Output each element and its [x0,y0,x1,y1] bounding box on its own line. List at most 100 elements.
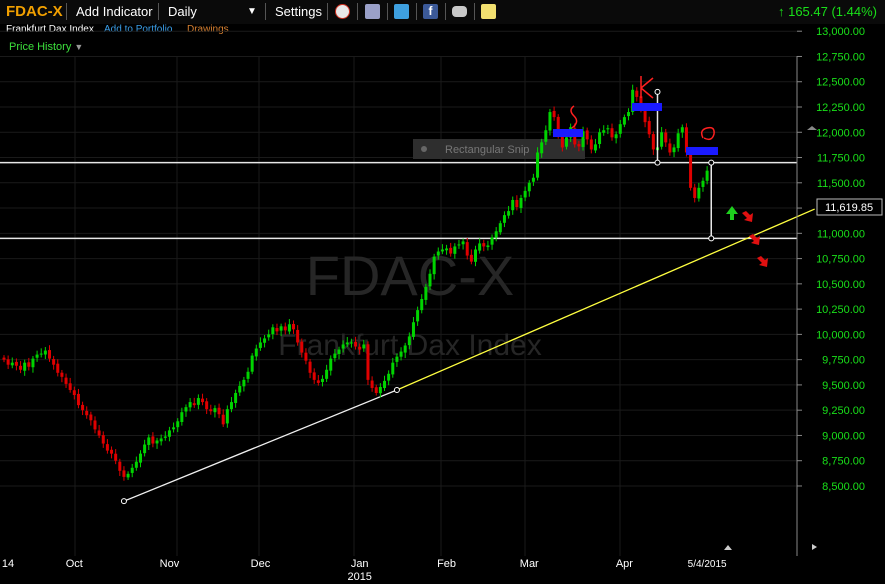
candle-body [478,243,481,250]
candle [412,317,415,340]
candle [697,183,700,202]
candle-body [553,111,556,117]
candle-body [127,474,130,478]
y-tick-label: 11,500.00 [817,178,865,190]
candle-body [56,364,59,373]
candle-body [213,408,216,412]
candle-body [387,374,390,381]
candle [681,124,684,137]
candle-body [412,322,415,337]
x-tick-label: Dec [251,558,271,570]
candle [102,431,105,447]
candle-body [122,470,125,476]
candle-body [3,358,6,360]
candle [85,406,88,418]
candle-body [528,183,531,191]
candle [317,375,320,386]
candle [93,416,96,433]
candle-body [205,401,208,409]
candle-body [338,350,341,354]
candle-body [180,412,183,422]
candle [635,87,638,101]
candle-body [544,130,547,142]
candle-body [11,363,14,366]
candle-body [635,91,638,97]
candle-body [395,357,398,362]
watermark-symbol: FDAC-X [306,244,514,307]
candle-body [209,409,212,411]
candle-body [416,310,419,321]
candle [251,353,254,374]
x-tick-label: 5/4/2015 [688,559,727,570]
candle [184,404,187,416]
candle-body [131,468,134,473]
candle [548,109,551,136]
candle [524,187,527,202]
y-tick-label: 9,500.00 [822,380,865,392]
candle [652,131,655,154]
candle-body [313,372,316,379]
candle-body [701,181,704,187]
candle-body [548,112,551,130]
candle-body [292,324,295,329]
x-axis: 14OctNovDecJan2015FebMarApr5/4/2015 [2,558,727,583]
down-arrow-icon [749,234,760,245]
candle [371,376,374,391]
candle-body [358,347,361,350]
candle-body [325,370,328,379]
candle-body [681,127,684,132]
candle-body [317,380,320,383]
candle [313,368,316,384]
candle-body [234,393,237,403]
candle-body [391,363,394,375]
candle-body [644,109,647,122]
y-tick-label: 10,750.00 [816,254,865,266]
candle-body [520,198,523,208]
candle [7,356,10,369]
candle [238,381,241,396]
candle-body [445,248,448,250]
rectangular-snip-overlay: Rectangular Snip [413,139,585,159]
candle-body [404,346,407,353]
scroll-up-icon[interactable] [724,545,732,550]
x-tick-label: Nov [160,558,180,570]
candle [205,398,208,414]
candle [222,409,225,427]
candle-body [333,354,336,359]
candle-body [255,349,258,357]
candle [110,446,113,458]
candle-body [673,147,676,152]
candle [309,359,312,378]
candle [648,117,651,138]
candle [189,398,192,411]
candle-body [118,462,121,471]
candle-body [623,117,626,124]
candle [218,404,221,419]
candle [615,131,618,143]
candle-body [329,359,332,371]
candle-body [668,143,671,152]
candle [598,129,601,149]
candle-body [606,128,609,129]
candle [242,377,245,392]
candle-body [114,454,117,461]
candle-body [89,415,92,421]
scroll-right-icon[interactable] [812,544,817,550]
candle-body [271,327,274,334]
candle-body [93,420,96,429]
candle-body [627,112,630,116]
price-chart[interactable]: FDAC-X Frankfurt Dax Index Rectangular S… [0,0,885,584]
candle [553,106,556,120]
candle-body [48,350,51,359]
candle-body [619,124,622,134]
candle-body [251,356,254,372]
candle-body [507,211,510,216]
candle-body [139,454,142,463]
candle-body [466,242,469,255]
candle [263,335,266,347]
candle-body [44,351,47,355]
candle [499,221,502,235]
y-tick-label: 12,250.00 [816,102,865,114]
candle-body [300,342,303,353]
candle [209,405,212,415]
